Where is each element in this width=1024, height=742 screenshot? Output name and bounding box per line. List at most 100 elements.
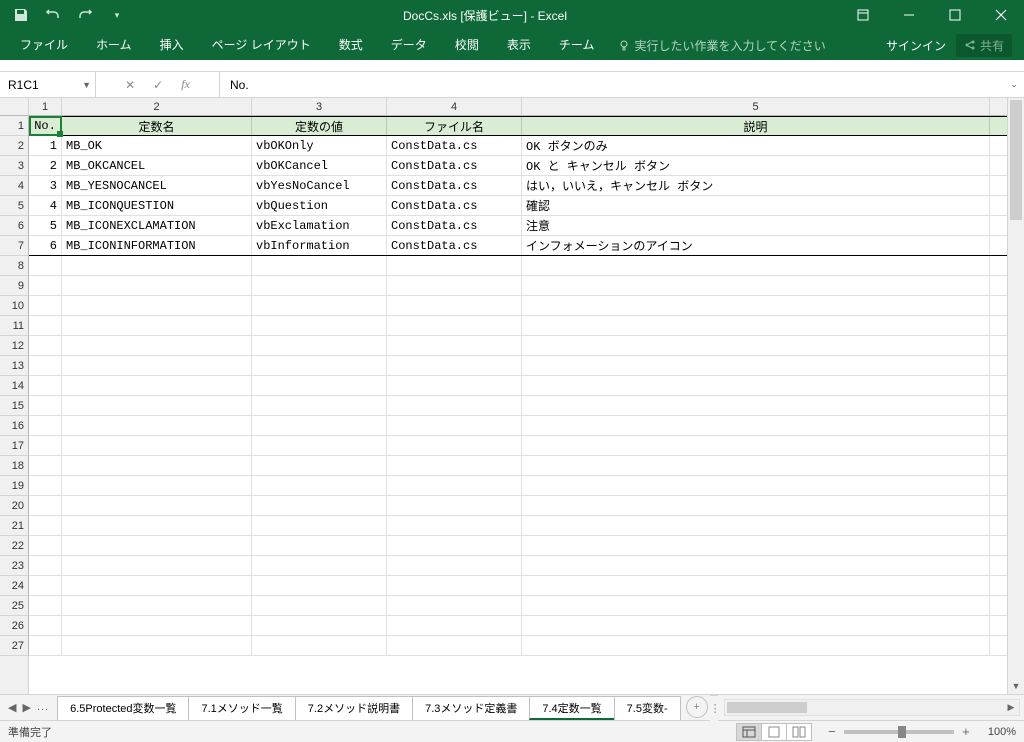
share-button[interactable]: 共有 — [956, 34, 1012, 57]
row-header[interactable]: 25 — [0, 596, 29, 616]
ribbon-tab[interactable]: 挿入 — [146, 30, 198, 60]
zoom-slider[interactable] — [844, 730, 954, 734]
cell[interactable] — [29, 396, 62, 415]
cell[interactable] — [522, 456, 990, 475]
row-header[interactable]: 17 — [0, 436, 29, 456]
cell[interactable] — [522, 516, 990, 535]
vertical-scrollbar[interactable]: ▲ ▼ — [1007, 98, 1024, 694]
cell[interactable]: ConstData.cs — [387, 136, 522, 155]
column-header[interactable]: 3 — [252, 98, 387, 115]
cell[interactable]: OK ボタンのみ — [522, 136, 990, 155]
row-header[interactable]: 24 — [0, 576, 29, 596]
cell[interactable] — [387, 516, 522, 535]
cell[interactable] — [29, 436, 62, 455]
cell[interactable] — [522, 496, 990, 515]
maximize-icon[interactable] — [932, 0, 978, 30]
column-header[interactable]: 1 — [29, 98, 62, 115]
scroll-down-icon[interactable]: ▼ — [1008, 677, 1024, 694]
cell[interactable] — [29, 576, 62, 595]
cell[interactable] — [252, 556, 387, 575]
sheet-tab[interactable]: 6.5Protected変数一覧 — [57, 696, 189, 720]
horizontal-scrollbar[interactable]: ◀ ▶ — [724, 699, 1020, 716]
cell[interactable]: vbInformation — [252, 236, 387, 255]
cell[interactable] — [252, 316, 387, 335]
cell[interactable]: 説明 — [522, 117, 990, 135]
scroll-thumb[interactable] — [1010, 100, 1022, 220]
cell[interactable] — [522, 376, 990, 395]
cell[interactable] — [29, 636, 62, 655]
cell[interactable] — [62, 516, 252, 535]
cell[interactable] — [252, 356, 387, 375]
cell[interactable]: 定数の値 — [252, 117, 387, 135]
cell[interactable] — [387, 436, 522, 455]
cell[interactable]: 4 — [29, 196, 62, 215]
cell[interactable] — [62, 396, 252, 415]
cell[interactable] — [387, 276, 522, 295]
cell[interactable] — [29, 476, 62, 495]
cell[interactable]: インフォメーションのアイコン — [522, 236, 990, 255]
cell[interactable] — [387, 376, 522, 395]
cell[interactable] — [522, 536, 990, 555]
formula-input[interactable]: No. — [220, 72, 1004, 97]
ribbon-tab[interactable]: データ — [377, 30, 441, 60]
row-header[interactable]: 18 — [0, 456, 29, 476]
sheet-tab[interactable]: 7.1メソッド一覧 — [188, 696, 295, 720]
row-header[interactable]: 20 — [0, 496, 29, 516]
cell[interactable] — [29, 536, 62, 555]
row-header[interactable]: 16 — [0, 416, 29, 436]
column-header[interactable]: 4 — [387, 98, 522, 115]
view-normal-icon[interactable] — [736, 723, 762, 741]
cell[interactable] — [522, 356, 990, 375]
sheet-tab[interactable]: 7.3メソッド定義書 — [412, 696, 530, 720]
row-header[interactable]: 1 — [0, 116, 29, 136]
cell[interactable] — [252, 536, 387, 555]
cell[interactable] — [252, 516, 387, 535]
cell[interactable]: vbOKOnly — [252, 136, 387, 155]
minimize-icon[interactable] — [886, 0, 932, 30]
cell[interactable] — [522, 296, 990, 315]
row-header[interactable]: 4 — [0, 176, 29, 196]
cell[interactable] — [252, 636, 387, 655]
cell[interactable]: MB_ICONINFORMATION — [62, 236, 252, 255]
cell[interactable] — [29, 296, 62, 315]
cell[interactable] — [522, 576, 990, 595]
cell[interactable]: vbOKCancel — [252, 156, 387, 175]
name-box[interactable]: R1C1 ▼ — [0, 72, 96, 97]
cell[interactable] — [62, 596, 252, 615]
cell[interactable] — [29, 456, 62, 475]
cell[interactable] — [522, 636, 990, 655]
enter-formula-icon[interactable]: ✓ — [153, 78, 163, 92]
cell-grid[interactable]: 12345 No.定数名定数の値ファイル名説明1MB_OKvbOKOnlyCon… — [29, 98, 1007, 694]
cell[interactable] — [522, 556, 990, 575]
cell[interactable] — [252, 416, 387, 435]
column-header[interactable]: 2 — [62, 98, 252, 115]
row-header[interactable]: 27 — [0, 636, 29, 656]
row-header[interactable]: 2 — [0, 136, 29, 156]
cell[interactable]: MB_YESNOCANCEL — [62, 176, 252, 195]
cell[interactable] — [252, 496, 387, 515]
cell[interactable] — [29, 616, 62, 635]
cell[interactable] — [387, 496, 522, 515]
cell[interactable] — [387, 456, 522, 475]
cell[interactable] — [252, 376, 387, 395]
cell[interactable] — [522, 256, 990, 275]
cell[interactable]: No. — [29, 117, 62, 135]
cell[interactable] — [387, 636, 522, 655]
cell[interactable] — [387, 296, 522, 315]
row-header[interactable]: 14 — [0, 376, 29, 396]
cell[interactable] — [62, 536, 252, 555]
tab-more-icon[interactable]: ... — [37, 701, 49, 714]
cell[interactable] — [29, 596, 62, 615]
row-header[interactable]: 13 — [0, 356, 29, 376]
cell[interactable] — [62, 256, 252, 275]
cell[interactable] — [387, 556, 522, 575]
tell-me[interactable]: 実行したい作業を入力してください — [608, 37, 835, 54]
tab-scroll-left-icon[interactable]: ◀ — [8, 701, 16, 714]
cell[interactable] — [29, 556, 62, 575]
ribbon-tab[interactable]: 表示 — [493, 30, 545, 60]
ribbon-tab[interactable]: ホーム — [82, 30, 146, 60]
sheet-tab[interactable]: 7.2メソッド説明書 — [295, 696, 413, 720]
cell[interactable] — [252, 336, 387, 355]
cell[interactable]: vbYesNoCancel — [252, 176, 387, 195]
cell[interactable] — [522, 336, 990, 355]
